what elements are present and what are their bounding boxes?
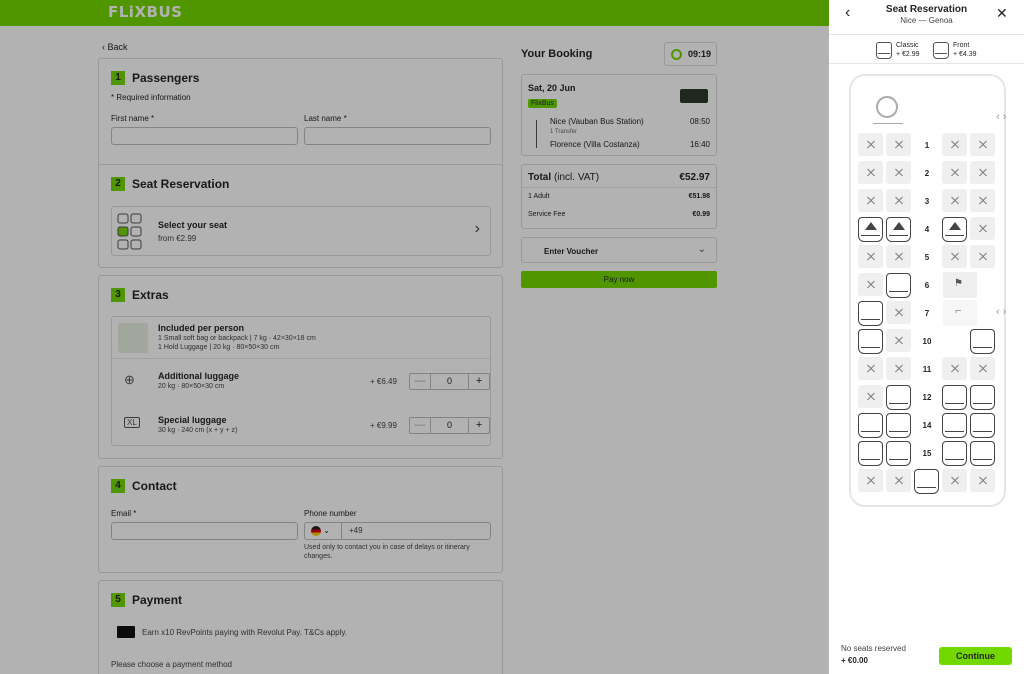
unavailable-seat <box>858 245 883 268</box>
unavailable-seat <box>970 133 995 156</box>
unavailable-seat <box>970 189 995 212</box>
classic-seat[interactable] <box>886 273 911 298</box>
classic-price: + €2.99 <box>896 51 920 58</box>
classic-seat[interactable] <box>858 329 883 354</box>
unavailable-seat <box>886 357 911 380</box>
reservation-status: No seats reserved <box>841 644 906 653</box>
classic-seat[interactable] <box>942 385 967 410</box>
panel-title: Seat Reservation <box>885 4 968 15</box>
front-seat[interactable] <box>942 217 967 242</box>
classic-seat[interactable] <box>970 385 995 410</box>
classic-seat[interactable] <box>886 413 911 438</box>
unavailable-seat <box>886 245 911 268</box>
row-number: 11 <box>922 365 932 374</box>
unavailable-seat <box>858 469 883 492</box>
unavailable-seat <box>970 217 995 240</box>
unavailable-seat <box>886 329 911 352</box>
panel-route: Nice — Genoa <box>900 16 953 25</box>
continue-button[interactable]: Continue <box>939 647 1012 665</box>
row-number: 7 <box>924 309 930 318</box>
steering-wheel-icon <box>876 96 898 118</box>
row-number: 5 <box>924 253 930 262</box>
row-number: 1 <box>924 141 930 150</box>
row-number: 10 <box>922 337 932 346</box>
classic-seat[interactable] <box>858 441 883 466</box>
classic-seat[interactable] <box>970 329 995 354</box>
front-seat[interactable] <box>886 217 911 242</box>
driver-divider <box>873 123 903 124</box>
unavailable-seat <box>942 189 967 212</box>
row-number: 4 <box>924 225 930 234</box>
classic-seat[interactable] <box>970 441 995 466</box>
unavailable-seat <box>858 357 883 380</box>
front-seat-icon <box>933 41 949 59</box>
classic-seat[interactable] <box>942 441 967 466</box>
unavailable-seat <box>942 133 967 156</box>
unavailable-seat <box>970 357 995 380</box>
row-number: 14 <box>922 421 932 430</box>
unavailable-seat <box>886 301 911 324</box>
classic-seat[interactable] <box>886 441 911 466</box>
classic-seat-icon <box>876 41 892 59</box>
seat-reservation-panel: ‹ Seat Reservation Nice — Genoa ✕ Classi… <box>829 0 1024 674</box>
unavailable-seat <box>942 161 967 184</box>
front-price: + €4.39 <box>953 51 977 58</box>
front-seat[interactable] <box>858 217 883 242</box>
panel-footer: No seats reserved + €0.00 Continue <box>829 630 1024 674</box>
classic-seat[interactable] <box>942 413 967 438</box>
unavailable-seat <box>886 189 911 212</box>
row-number: 2 <box>924 169 930 178</box>
reservation-price: + €0.00 <box>841 656 868 665</box>
classic-seat[interactable] <box>858 301 883 326</box>
unavailable-seat <box>942 469 967 492</box>
row-number: 6 <box>924 281 930 290</box>
classic-seat[interactable] <box>914 469 939 494</box>
unavailable-seat <box>858 273 883 296</box>
unavailable-seat <box>942 245 967 268</box>
row-number: 3 <box>924 197 930 206</box>
classic-seat[interactable] <box>970 413 995 438</box>
front-label: Front <box>953 42 970 49</box>
seat-legend: Classic + €2.99 Front + €4.39 <box>829 34 1024 64</box>
unavailable-seat <box>858 189 883 212</box>
classic-seat[interactable] <box>858 413 883 438</box>
unavailable-seat <box>858 385 883 408</box>
unavailable-seat <box>858 161 883 184</box>
legend-front: Front + €4.39 <box>933 41 977 59</box>
wc-icon: ⚑ <box>943 272 977 298</box>
unavailable-seat <box>886 161 911 184</box>
stairs-icon: ⌐ <box>943 300 977 326</box>
deck-arrows[interactable]: ‹ › <box>996 111 1006 123</box>
close-icon[interactable]: ✕ <box>996 6 1010 20</box>
modal-backdrop[interactable] <box>0 0 829 674</box>
unavailable-seat <box>970 161 995 184</box>
deck-arrows[interactable]: ‹ › <box>996 306 1006 318</box>
row-number: 12 <box>922 393 932 402</box>
unavailable-seat <box>970 469 995 492</box>
unavailable-seat <box>886 133 911 156</box>
unavailable-seat <box>970 245 995 268</box>
classic-label: Classic <box>896 42 919 49</box>
unavailable-seat <box>942 357 967 380</box>
row-number: 15 <box>922 449 932 458</box>
unavailable-seat <box>886 469 911 492</box>
classic-seat[interactable] <box>886 385 911 410</box>
unavailable-seat <box>858 133 883 156</box>
legend-classic: Classic + €2.99 <box>876 41 920 59</box>
